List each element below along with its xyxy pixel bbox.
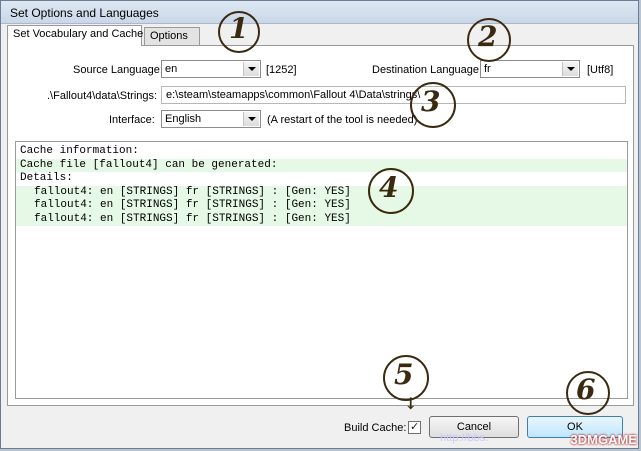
tab-options[interactable]: Options	[144, 27, 200, 45]
restart-note: (A restart of the tool is needed)	[267, 114, 418, 126]
window-title: Set Options and Languages	[10, 6, 159, 20]
annotation-4: 4	[379, 171, 399, 204]
source-language-select[interactable]: en	[161, 60, 261, 78]
destination-language-value: fr	[484, 63, 491, 75]
title-bar[interactable]: Set Options and Languages	[1, 1, 638, 24]
interface-label: Interface:	[109, 114, 155, 126]
build-cache-checkbox[interactable]: ✓	[408, 421, 421, 434]
destination-codepage: [Utf8]	[587, 64, 614, 76]
annotation-2: 2	[478, 20, 498, 53]
destination-language-label: Destination Language:	[372, 64, 483, 76]
log-line: fallout4: en [STRINGS] fr [STRINGS] : [G…	[16, 199, 627, 213]
strings-path-field[interactable]: e:\steam\steamapps\common\Fallout 4\Data…	[161, 86, 626, 104]
source-language-value: en	[165, 63, 178, 75]
source-codepage: [1252]	[266, 64, 297, 76]
annotation-3: 3	[421, 85, 441, 118]
watermark-url: http://bbs.	[440, 432, 489, 444]
annotation-1: 1	[229, 12, 249, 45]
interface-value: English	[165, 113, 202, 125]
destination-language-select[interactable]: fr	[480, 60, 580, 78]
log-line: Details:	[20, 172, 73, 184]
tab-vocabulary-cache[interactable]: Set Vocabulary and Cache	[7, 25, 143, 46]
source-language-label: Source Language:	[73, 64, 163, 76]
checkmark-icon: ✓	[410, 421, 420, 433]
annotation-6: 6	[576, 373, 596, 406]
log-line: fallout4: en [STRINGS] fr [STRINGS] : [G…	[16, 212, 627, 226]
chevron-down-icon[interactable]	[243, 62, 259, 76]
log-line: fallout4: en [STRINGS] fr [STRINGS] : [G…	[16, 185, 627, 199]
build-cache-label: Build Cache:	[344, 422, 407, 434]
interface-select[interactable]: English	[161, 110, 261, 128]
watermark-logo: 3DMGAME	[570, 432, 637, 447]
log-line: Cache file [fallout4] can be generated:	[16, 158, 627, 172]
chevron-down-icon[interactable]	[562, 62, 578, 76]
chevron-down-icon[interactable]	[243, 112, 259, 126]
arrow-down-icon: ↓	[404, 394, 418, 413]
log-line: Cache information:	[20, 145, 139, 157]
cache-info-log[interactable]: Cache information: Cache file [fallout4]…	[15, 141, 628, 399]
strings-path-label: .\Fallout4\data\Strings:	[47, 90, 158, 102]
annotation-5: 5	[394, 358, 414, 391]
options-dialog: Set Options and Languages Set Vocabulary…	[0, 0, 639, 449]
